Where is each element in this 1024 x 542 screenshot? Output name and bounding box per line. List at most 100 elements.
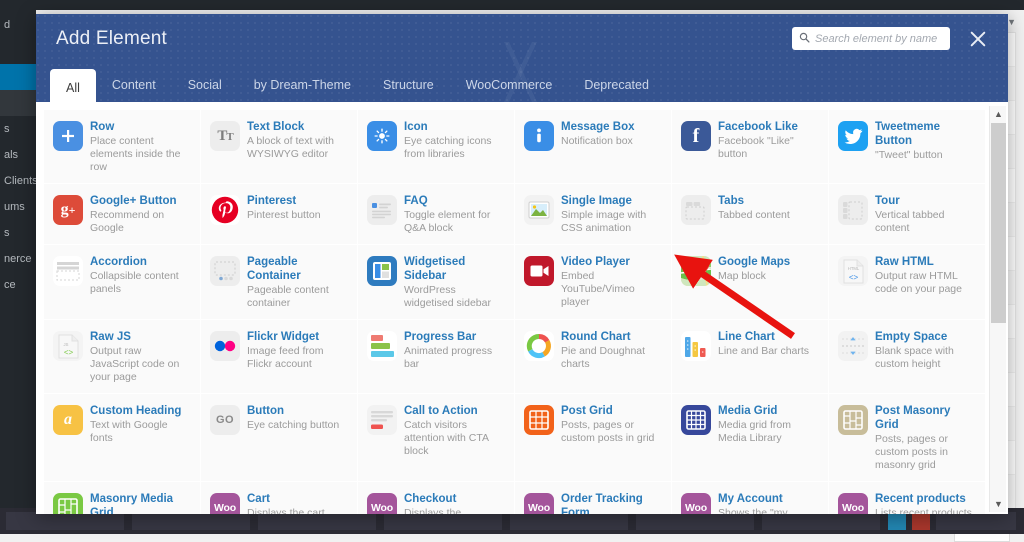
element-card-title: Tweetmeme Button — [875, 120, 977, 148]
wp-admin-sidebar[interactable]: d s als Clients, ums s nerce ce — [0, 0, 36, 534]
taskbar-item[interactable] — [132, 512, 250, 530]
element-card[interactable]: RowPlace content elements inside the row — [44, 110, 201, 184]
element-card[interactable]: Message BoxNotification box — [515, 110, 672, 184]
element-card[interactable]: JS<>Raw JSOutput raw JavaScript code on … — [44, 320, 201, 394]
vertical-scrollbar[interactable]: ▲ ▼ — [989, 106, 1006, 512]
element-card-title: Media Grid — [718, 404, 820, 418]
sidebar-item-6[interactable]: ums — [0, 194, 36, 220]
sidebar-item-1[interactable] — [0, 38, 36, 64]
element-card[interactable]: fFacebook LikeFacebook "Like" button — [672, 110, 829, 184]
chevron-down-icon[interactable]: ▼ — [990, 496, 1007, 512]
sidebar-item-4[interactable]: als — [0, 142, 36, 168]
element-card[interactable]: Video PlayerEmbed YouTube/Vimeo player — [515, 245, 672, 320]
element-card[interactable]: FAQToggle element for Q&A block — [358, 184, 515, 245]
element-grid-scroll: RowPlace content elements inside the row… — [44, 110, 986, 514]
search-box[interactable] — [792, 27, 950, 50]
element-card[interactable]: aCustom HeadingText with Google fonts — [44, 394, 201, 482]
sidebar-item-current[interactable] — [0, 64, 36, 90]
element-card-description: Eye catching button — [247, 419, 339, 432]
sidebar-item-0[interactable]: d — [0, 12, 36, 38]
element-card-title: Recent products — [875, 492, 972, 506]
google-maps-icon — [681, 256, 711, 286]
element-card-description: Media grid from Media Library — [718, 419, 820, 445]
element-card[interactable]: Single ImageSimple image with CSS animat… — [515, 184, 672, 245]
element-card-description: Pageable content container — [247, 284, 349, 310]
sidebar-widget-icon — [367, 256, 397, 286]
element-card[interactable]: HTML<>Raw HTMLOutput raw HTML code on yo… — [829, 245, 986, 320]
tab-content[interactable]: Content — [96, 69, 172, 102]
element-card-title: Raw JS — [90, 330, 192, 344]
modal-header: Add Element All Content Social by Dream-… — [36, 14, 1008, 102]
taskbar-icon[interactable] — [888, 512, 906, 530]
search-input[interactable] — [815, 33, 943, 45]
tab-social[interactable]: Social — [172, 69, 238, 102]
element-card-title: Line Chart — [718, 330, 809, 344]
tab-structure[interactable]: Structure — [367, 69, 450, 102]
element-card-title: Pageable Container — [247, 255, 349, 283]
element-card[interactable]: Media GridMedia grid from Media Library — [672, 394, 829, 482]
element-card[interactable]: Post GridPosts, pages or custom posts in… — [515, 394, 672, 482]
element-card-text: Widgetised SidebarWordPress widgetised s… — [404, 254, 506, 310]
element-card-description: Output raw HTML code on your page — [875, 270, 977, 296]
scrollbar-thumb[interactable] — [991, 123, 1006, 323]
flickr-icon — [210, 331, 240, 361]
close-icon[interactable] — [966, 27, 990, 51]
element-card[interactable]: Progress BarAnimated progress bar — [358, 320, 515, 394]
element-card-text: Message BoxNotification box — [561, 119, 635, 148]
element-card[interactable]: AccordionCollapsible content panels — [44, 245, 201, 320]
taskbar-item[interactable] — [636, 512, 754, 530]
taskbar-icon[interactable] — [912, 512, 930, 530]
element-card[interactable]: Post Masonry GridPosts, pages or custom … — [829, 394, 986, 482]
taskbar-item[interactable] — [258, 512, 376, 530]
taskbar-item[interactable] — [936, 512, 1016, 530]
element-card[interactable]: Masonry Media GridMasonry media grid fro… — [44, 482, 201, 514]
element-card[interactable]: TourVertical tabbed content — [829, 184, 986, 245]
element-card[interactable]: WooOrder Tracking FormLets a user see th… — [515, 482, 672, 514]
element-card[interactable]: Tweetmeme Button"Tweet" button — [829, 110, 986, 184]
element-card[interactable]: Call to ActionCatch visitors attention w… — [358, 394, 515, 482]
element-card[interactable]: g+Google+ ButtonRecommend on Google — [44, 184, 201, 245]
element-card[interactable]: Widgetised SidebarWordPress widgetised s… — [358, 245, 515, 320]
element-card[interactable]: Pageable ContainerPageable content conta… — [201, 245, 358, 320]
element-card[interactable]: Round ChartPie and Doughnat charts — [515, 320, 672, 394]
element-card-description: Image feed from Flickr account — [247, 345, 349, 371]
element-card[interactable]: PinterestPinterest button — [201, 184, 358, 245]
element-card[interactable]: GOButtonEye catching button — [201, 394, 358, 482]
taskbar-item[interactable] — [510, 512, 628, 530]
tab-all[interactable]: All — [50, 69, 96, 107]
element-card-text: IconEye catching icons from libraries — [404, 119, 506, 161]
element-card-title: Order Tracking Form — [561, 492, 663, 514]
tab-woocommerce[interactable]: WooCommerce — [450, 69, 569, 102]
element-card[interactable]: Empty SpaceBlank space with custom heigh… — [829, 320, 986, 394]
sidebar-item-7[interactable]: s — [0, 220, 36, 246]
element-card[interactable]: Flickr WidgetImage feed from Flickr acco… — [201, 320, 358, 394]
page-title: Add Element — [56, 28, 167, 50]
tab-by-dream-theme[interactable]: by Dream-Theme — [238, 69, 367, 102]
element-card[interactable]: WooMy AccountShows the "my account" sect… — [672, 482, 829, 514]
element-card[interactable]: Google MapsMap block — [672, 245, 829, 320]
element-card[interactable]: TTText BlockA block of text with WYSIWYG… — [201, 110, 358, 184]
woo-icon: Woo — [681, 493, 711, 514]
sidebar-item-9[interactable]: ce — [0, 272, 36, 298]
taskbar-item[interactable] — [384, 512, 502, 530]
sidebar-item-5[interactable]: Clients, — [0, 168, 36, 194]
sidebar-item-hovered[interactable] — [0, 90, 36, 116]
raw-js-icon: JS<> — [53, 331, 83, 361]
element-card[interactable]: Line ChartLine and Bar charts — [672, 320, 829, 394]
chevron-up-icon[interactable]: ▲ — [990, 106, 1007, 122]
element-card-title: Call to Action — [404, 404, 506, 418]
element-card[interactable]: WooRecent productsLists recent products — [829, 482, 986, 514]
element-card-title: Flickr Widget — [247, 330, 349, 344]
element-card[interactable]: IconEye catching icons from libraries — [358, 110, 515, 184]
taskbar-item[interactable] — [762, 512, 880, 530]
element-card-text: Tweetmeme Button"Tweet" button — [875, 119, 977, 162]
sidebar-item-3[interactable]: s — [0, 116, 36, 142]
element-card[interactable]: WooCheckoutDisplays the checkout — [358, 482, 515, 514]
masonry-media-icon — [53, 493, 83, 514]
taskbar-item[interactable] — [6, 512, 124, 530]
element-card[interactable]: WooCartDisplays the cart contents — [201, 482, 358, 514]
sidebar-item-8[interactable]: nerce — [0, 246, 36, 272]
element-card-description: Tabbed content — [718, 209, 790, 222]
element-card[interactable]: TabsTabbed content — [672, 184, 829, 245]
tab-deprecated[interactable]: Deprecated — [568, 69, 665, 102]
